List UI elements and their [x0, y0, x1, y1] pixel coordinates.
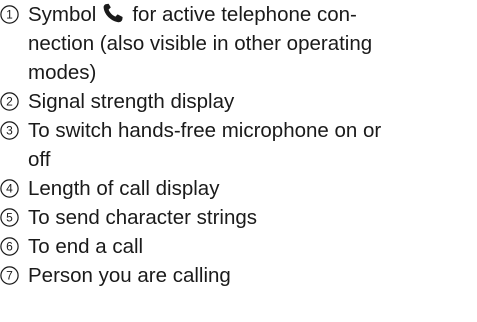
- svg-text:6: 6: [6, 240, 13, 254]
- legend-item-text: Symbol for active telephone con- nection…: [28, 0, 474, 87]
- legend-item-text: Signal strength display: [28, 87, 474, 116]
- legend-item-line: nection (also visible in other operating: [28, 32, 373, 55]
- legend-item-text: Length of call display: [28, 174, 474, 203]
- legend-item-text-before-icon: Symbol: [28, 3, 97, 26]
- number-3-icon: 3: [0, 121, 19, 140]
- legend-item-line: Person you are calling: [28, 264, 231, 287]
- number-7-icon: 7: [0, 266, 19, 285]
- number-4-icon: 4: [0, 179, 19, 198]
- number-1-icon: 1: [0, 5, 19, 24]
- phone-handset-icon: [102, 2, 126, 24]
- legend-list: 1 Symbol for active telephone con- necti…: [0, 0, 477, 322]
- legend-item-line: off: [28, 148, 51, 171]
- svg-text:3: 3: [6, 124, 13, 138]
- number-6-icon: 6: [0, 237, 19, 256]
- number-5-icon: 5: [0, 208, 19, 227]
- svg-text:5: 5: [6, 211, 13, 225]
- svg-text:4: 4: [6, 182, 13, 196]
- legend-item-line: To end a call: [28, 235, 144, 258]
- legend-item-line: To switch hands-free microphone on or: [28, 119, 382, 142]
- legend-item-text: To send character strings: [28, 203, 474, 232]
- number-2-icon: 2: [0, 92, 19, 111]
- legend-item-line: To send character strings: [28, 206, 258, 229]
- svg-text:1: 1: [6, 8, 13, 22]
- legend-item-text: To end a call: [28, 232, 474, 261]
- legend-item-text: Person you are calling: [28, 261, 474, 290]
- svg-text:2: 2: [6, 95, 13, 109]
- legend-item-line: Signal strength display: [28, 90, 235, 113]
- legend-item-text-after-icon: for active telephone con-: [132, 3, 357, 26]
- legend-item-text: To switch hands-free microphone on or of…: [28, 116, 474, 174]
- legend-item-line: modes): [28, 61, 97, 84]
- legend-item-line: Length of call display: [28, 177, 220, 200]
- svg-text:7: 7: [6, 269, 13, 283]
